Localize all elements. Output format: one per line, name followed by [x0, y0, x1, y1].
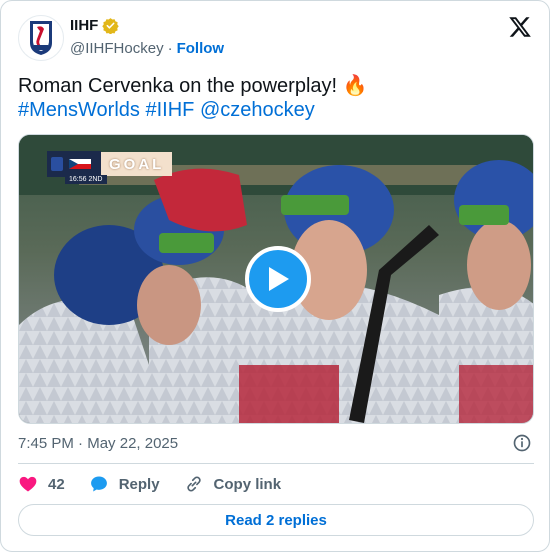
- fire-emoji: 🔥: [342, 75, 368, 97]
- iihf-logo-icon: [30, 21, 52, 55]
- tweet-body: Roman Cervenka on the powerplay!: [18, 75, 338, 97]
- author-avatar[interactable]: [18, 15, 64, 61]
- follow-button[interactable]: Follow: [177, 40, 225, 57]
- reply-bubble-icon: [90, 476, 107, 492]
- divider: [18, 463, 534, 464]
- team-flags-icon: [47, 151, 101, 177]
- tweet-line-2: #MensWorlds #IIHF @czehockey: [18, 98, 518, 122]
- reply-label: Reply: [118, 475, 160, 493]
- clock-value: 16:56: [69, 176, 87, 183]
- read-replies-button[interactable]: Read 2 replies: [18, 504, 534, 536]
- handle-separator: ·: [167, 40, 173, 57]
- tweet-line-1: Roman Cervenka on the powerplay! 🔥: [18, 74, 518, 98]
- period-value: 2ND: [88, 176, 103, 183]
- hashtag-iihf[interactable]: #IIHF: [145, 99, 194, 121]
- verified-badge-icon: [102, 18, 120, 34]
- x-logo-icon[interactable]: [508, 15, 532, 39]
- author-handle-row: @IIHFHockey · Follow: [70, 40, 224, 57]
- timestamp-separator: ·: [78, 435, 84, 452]
- play-button[interactable]: [245, 246, 311, 312]
- goal-label: GOAL: [101, 152, 173, 176]
- author-name[interactable]: IIHF: [70, 17, 98, 34]
- author-name-row: IIHF: [70, 17, 120, 34]
- tweet-timestamp[interactable]: 7:45 PM · May 22, 2025: [18, 435, 178, 452]
- mention-czehockey[interactable]: @czehockey: [200, 99, 315, 121]
- score-overlay: GOAL 16:56 2ND: [47, 151, 173, 184]
- tweet-text: Roman Cervenka on the powerplay! 🔥 #Mens…: [18, 74, 518, 122]
- play-icon: [269, 267, 289, 291]
- author-handle[interactable]: @IIHFHockey: [70, 40, 164, 57]
- tweet-time: 7:45 PM: [18, 435, 74, 452]
- tweet-date: May 22, 2025: [87, 435, 179, 452]
- copy-link-button[interactable]: Copy link: [184, 474, 282, 494]
- reply-button[interactable]: Reply: [89, 474, 160, 494]
- action-bar: 42 Reply Copy link: [18, 473, 305, 495]
- hashtag-mensworlds[interactable]: #MensWorlds: [18, 99, 140, 121]
- video-player[interactable]: GOAL 16:56 2ND: [18, 134, 534, 424]
- copy-link-label: Copy link: [213, 475, 282, 493]
- tweet-card: IIHF @IIHFHockey · Follow Roman Cervenka…: [0, 0, 550, 552]
- link-icon: [186, 476, 201, 492]
- game-clock: 16:56 2ND: [65, 175, 107, 184]
- like-button[interactable]: 42: [18, 474, 65, 494]
- like-count: 42: [48, 475, 65, 493]
- heart-icon: [19, 476, 37, 492]
- info-icon[interactable]: [512, 433, 532, 453]
